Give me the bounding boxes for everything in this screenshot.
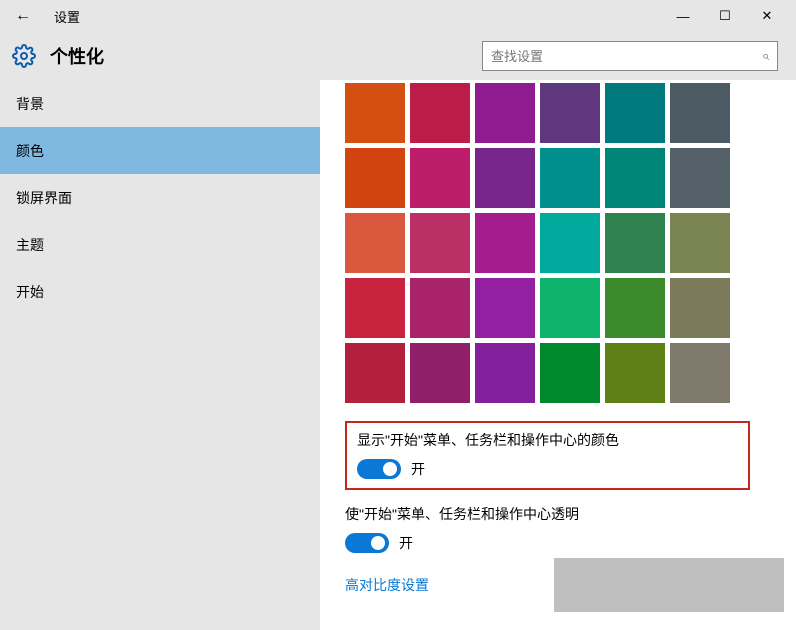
minimize-button[interactable]: — <box>662 9 704 24</box>
color-swatch[interactable] <box>540 343 600 403</box>
color-swatch[interactable] <box>670 343 730 403</box>
sidebar-item[interactable]: 锁屏界面 <box>0 174 320 221</box>
search-input[interactable] <box>491 49 762 64</box>
transparency-setting: 使"开始"菜单、任务栏和操作中心透明 开 <box>345 504 750 553</box>
sidebar-item[interactable]: 主题 <box>0 221 320 268</box>
color-swatch[interactable] <box>540 83 600 143</box>
color-swatch[interactable] <box>605 278 665 338</box>
transparency-toggle[interactable] <box>345 533 389 553</box>
color-swatch[interactable] <box>670 83 730 143</box>
color-swatch[interactable] <box>670 213 730 273</box>
color-swatch[interactable] <box>540 278 600 338</box>
color-swatch[interactable] <box>475 83 535 143</box>
window-title: 设置 <box>54 7 80 26</box>
color-swatch[interactable] <box>345 213 405 273</box>
sidebar: 背景颜色锁屏界面主题开始 <box>0 80 320 630</box>
header: 个性化 ⌕ <box>0 32 796 80</box>
color-swatch[interactable] <box>475 343 535 403</box>
color-swatch[interactable] <box>475 213 535 273</box>
color-swatch[interactable] <box>475 278 535 338</box>
color-swatch[interactable] <box>540 213 600 273</box>
sidebar-item[interactable]: 颜色 <box>0 127 320 174</box>
color-swatch[interactable] <box>410 343 470 403</box>
color-swatch[interactable] <box>345 148 405 208</box>
titlebar: ← 设置 — ☐ ✕ <box>0 0 796 32</box>
color-swatch[interactable] <box>345 83 405 143</box>
color-swatch[interactable] <box>410 278 470 338</box>
color-swatch[interactable] <box>410 83 470 143</box>
setting-label: 使"开始"菜单、任务栏和操作中心透明 <box>345 504 738 524</box>
content-area: 显示"开始"菜单、任务栏和操作中心的颜色 开 使"开始"菜单、任务栏和操作中心透… <box>320 80 796 630</box>
page-title: 个性化 <box>50 43 104 69</box>
color-palette <box>345 83 796 403</box>
color-swatch[interactable] <box>345 343 405 403</box>
accent-on-start-toggle[interactable] <box>357 459 401 479</box>
back-button[interactable]: ← <box>8 7 38 25</box>
maximize-button[interactable]: ☐ <box>704 8 746 24</box>
search-box[interactable]: ⌕ <box>482 41 778 71</box>
toggle-state: 开 <box>411 459 425 479</box>
sidebar-item[interactable]: 开始 <box>0 268 320 315</box>
placeholder-block <box>554 558 784 612</box>
sidebar-item[interactable]: 背景 <box>0 80 320 127</box>
toggle-state: 开 <box>399 533 413 553</box>
color-swatch[interactable] <box>605 343 665 403</box>
color-swatch[interactable] <box>410 148 470 208</box>
color-swatch[interactable] <box>605 148 665 208</box>
search-icon: ⌕ <box>762 48 769 64</box>
setting-label: 显示"开始"菜单、任务栏和操作中心的颜色 <box>357 430 738 450</box>
color-swatch[interactable] <box>410 213 470 273</box>
color-swatch[interactable] <box>670 148 730 208</box>
close-button[interactable]: ✕ <box>746 8 788 24</box>
color-swatch[interactable] <box>345 278 405 338</box>
color-swatch[interactable] <box>605 213 665 273</box>
color-swatch[interactable] <box>475 148 535 208</box>
gear-icon <box>12 44 36 68</box>
color-swatch[interactable] <box>605 83 665 143</box>
color-swatch[interactable] <box>540 148 600 208</box>
color-swatch[interactable] <box>670 278 730 338</box>
accent-on-start-setting: 显示"开始"菜单、任务栏和操作中心的颜色 开 <box>345 421 750 490</box>
